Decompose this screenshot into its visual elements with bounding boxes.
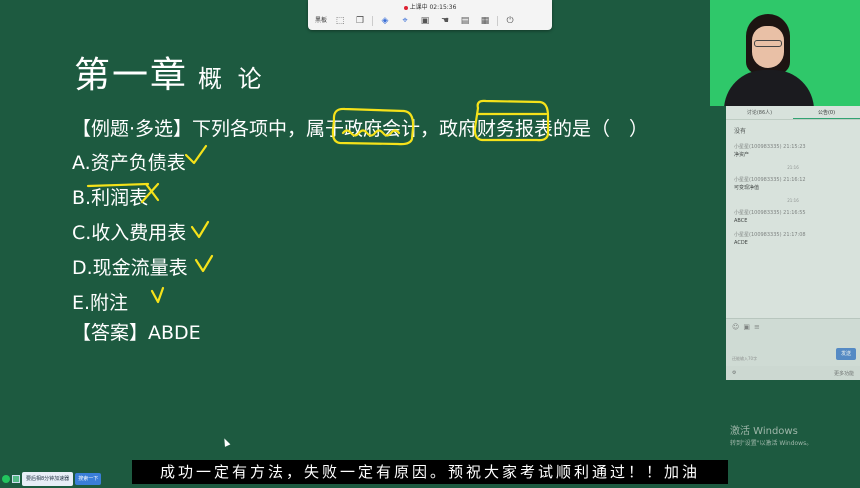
list-icon[interactable]: ≡ [754,323,764,331]
check-mark-e [150,286,165,304]
chat-input-placeholder: 还能输入70字 [732,356,758,361]
power-icon[interactable]: ⏻ [500,14,520,28]
teacher-video [710,0,860,106]
chat-message: 小星星(100983335) 21:16:12 可变现净值 [726,172,860,194]
chat-user: 小星星(100983335) [734,144,782,150]
check-mark-a [184,144,208,165]
search-button[interactable]: 搜索一下 [75,473,102,485]
hand-icon[interactable]: ☚ [435,14,455,28]
mouse-cursor-icon [221,437,231,447]
slide-title: 第一章概 论 [74,46,266,98]
pin-icon[interactable]: ⌖ [395,14,415,28]
image-icon[interactable]: ▣ [743,323,754,331]
divider [497,16,498,26]
grid-icon[interactable]: ▦ [475,14,495,28]
settings-icon[interactable]: ⚙ [732,370,736,376]
send-button[interactable]: 发送 [836,348,856,360]
copy-icon[interactable]: ❐ [350,14,370,28]
chat-message: 小星星(100983335) 21:17:08 ACDE [726,227,860,249]
chapter-title: 第一章 [74,55,189,96]
class-status: 上课中 02:15:36 [308,2,552,11]
chat-time: 21:16:12 [783,177,806,183]
check-mark-c [190,220,210,239]
board-icon[interactable]: ▤ [455,14,475,28]
watermark-subtitle: 转到"设置"以激活 Windows。 [730,440,813,447]
video-person-face [752,26,784,68]
chapter-subtitle: 概 论 [198,65,266,93]
chat-text: ABCE [734,218,748,224]
taskbar: 要后相8分钟加速器 搜索一下 [0,470,126,488]
chat-text: ACDE [734,240,748,246]
more-functions-link[interactable]: 更多功能 [834,370,854,377]
chat-message: 小星星(100983335) 21:15:23 净资产 [726,139,860,161]
chat-tools: ☺▣≡ [726,319,860,335]
chat-separator: 21:16 [787,198,799,203]
windows-activation-watermark: 激活 Windows 转到"设置"以激活 Windows。 [730,426,812,450]
class-timer: 上课中 02:15:36 [409,4,457,11]
check-mark-d [194,254,214,273]
status-dot-icon [2,475,10,483]
option-b: B.利润表 [72,187,149,209]
chat-separator: 21:16 [787,165,799,170]
select-icon[interactable]: ⬚ [330,14,350,28]
tab-announcement[interactable]: 公告(0) [793,106,860,119]
shapes-icon[interactable]: ◈ [375,14,395,28]
chat-text: 可变现净值 [734,185,760,191]
top-toolbar: 上课中 02:15:36 黑板 ⬚ ❐ ◈ ⌖ ▣ ☚ ▤ ▦ ⏻ [308,0,552,30]
divider [372,16,373,26]
option-d: D.现金流量表 [72,257,188,279]
emoji-icon[interactable]: ☺ [732,323,743,331]
chat-panel: 讨论(86人) 公告(0) 没有 小星星(100983335) 21:15:23… [726,106,860,380]
chat-footer: ⚙ 更多功能 [726,366,860,380]
chat-user: 小星星(100983335) [734,232,782,238]
video-person-glasses [754,40,782,47]
option-a: A.资产负债表 [72,152,186,174]
answer-text: 【答案】ABDE [72,322,201,344]
watermark-title: 激活 Windows [730,426,798,437]
app-icon[interactable] [12,475,20,483]
chat-tabs: 讨论(86人) 公告(0) [726,106,860,120]
chat-user: 小星星(100983335) [734,210,782,216]
chat-text: 净资产 [734,152,750,158]
recording-dot-icon [403,5,408,10]
tab-discussion[interactable]: 讨论(86人) [726,106,793,119]
video-subtitle: 成功一定有方法，失败一定有原因。预祝大家考试顺利通过！！加油 [132,460,728,484]
option-c: C.收入费用表 [72,222,187,244]
chat-user: 小星星(100983335) [734,177,782,183]
mode-select[interactable]: 黑板 [312,14,330,28]
chat-time: 21:16:55 [783,210,806,216]
chat-empty-notice: 没有 [734,128,747,135]
chat-time: 21:17:08 [783,232,806,238]
taskbar-app-label[interactable]: 要后相8分钟加速器 [22,472,74,486]
image-icon[interactable]: ▣ [415,14,435,28]
chat-message: 小星星(100983335) 21:16:55 ABCE [726,205,860,227]
video-person-body [724,70,814,106]
question-text: 【例题·多选】下列各项中，属于政府会计，政府财务报表的是（ ） [72,118,649,140]
option-e: E.附注 [72,292,129,314]
chat-time: 21:15:23 [783,144,806,150]
